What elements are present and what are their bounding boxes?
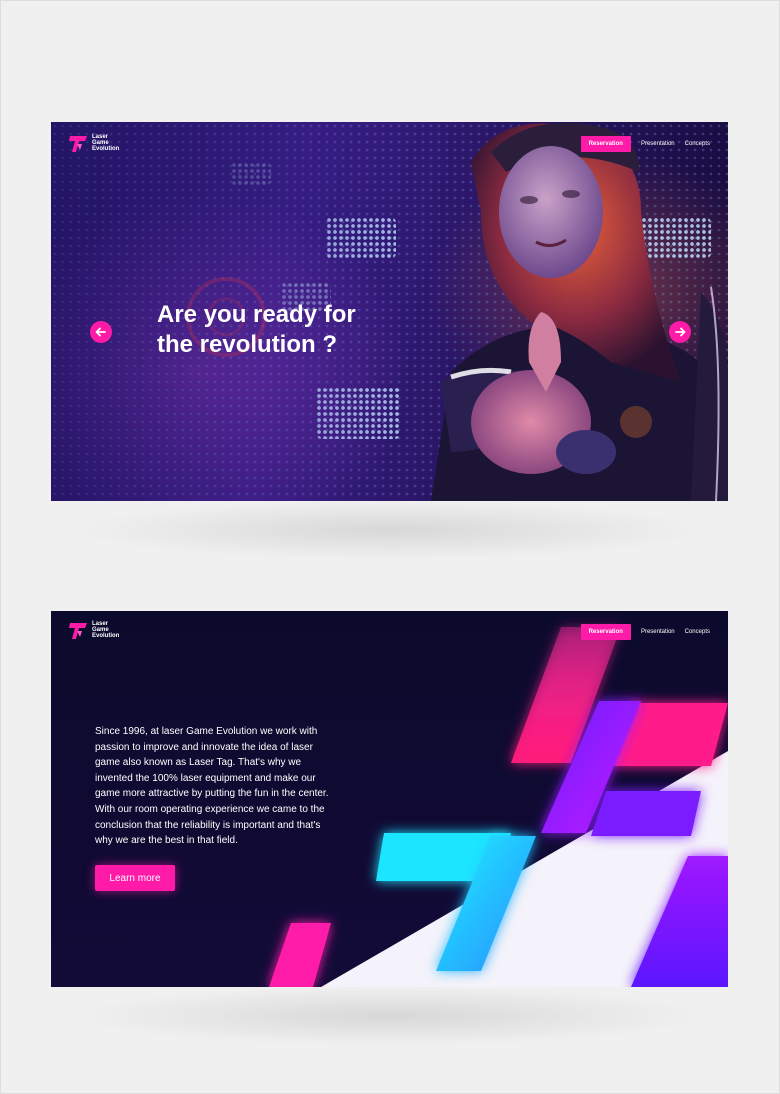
nav-link-presentation[interactable]: Presentation bbox=[641, 141, 675, 147]
card-shadow bbox=[70, 500, 710, 560]
paragraph-line: With our room operating experience we ca… bbox=[95, 803, 325, 815]
reservation-button[interactable]: Reservation bbox=[580, 624, 631, 640]
card-shadow bbox=[70, 986, 710, 1046]
nav-link-concepts[interactable]: Concepts bbox=[685, 141, 710, 147]
about-paragraph: Since 1996, at laser Game Evolution we w… bbox=[95, 724, 353, 849]
laser-game-logo-icon bbox=[69, 136, 87, 152]
learn-more-button[interactable]: Learn more bbox=[95, 865, 175, 891]
headline-line: Are you ready for bbox=[157, 301, 356, 328]
paragraph-line: game more attractive by putting the fun … bbox=[95, 788, 329, 800]
paragraph-line: why we are the best in that field. bbox=[95, 835, 238, 847]
brand-line: Evolution bbox=[92, 146, 120, 152]
paragraph-line: invented the 100% laser equipment and ma… bbox=[95, 772, 316, 784]
about-section: Laser Game Evolution Reservation Present… bbox=[51, 611, 728, 987]
brand-name: Laser Game Evolution bbox=[92, 621, 119, 639]
paragraph-line: Since 1996, at laser Game Evolution we w… bbox=[95, 726, 318, 737]
arrow-left-icon bbox=[95, 327, 106, 337]
nav-link-concepts[interactable]: Concepts bbox=[685, 629, 710, 635]
top-nav: Reservation Presentation Concepts bbox=[580, 136, 710, 152]
paragraph-line: passion to improve and innovate the idea… bbox=[95, 741, 313, 753]
top-nav: Reservation Presentation Concepts bbox=[580, 624, 710, 640]
paragraph-line: conclusion that the reliability is impor… bbox=[95, 819, 321, 831]
brand-line: Evolution bbox=[92, 633, 120, 639]
brand-name: Laser Game Evolution bbox=[92, 134, 119, 152]
carousel-prev-button[interactable] bbox=[90, 321, 112, 343]
brand-logo[interactable]: Laser Game Evolution bbox=[69, 134, 119, 154]
nav-link-presentation[interactable]: Presentation bbox=[641, 629, 675, 635]
reservation-button[interactable]: Reservation bbox=[580, 136, 631, 152]
arrow-right-icon bbox=[675, 327, 686, 337]
carousel-next-button[interactable] bbox=[669, 321, 691, 343]
hero-section: Laser Game Evolution Reservation Present… bbox=[51, 122, 728, 501]
headline-line: the revolution ? bbox=[157, 331, 337, 358]
hero-headline: Are you ready for the revolution ? bbox=[157, 300, 417, 360]
brand-logo[interactable]: Laser Game Evolution bbox=[69, 621, 119, 641]
paragraph-line: game also known as Laser Tag. That's why… bbox=[95, 757, 302, 769]
laser-game-logo-icon bbox=[69, 623, 87, 639]
